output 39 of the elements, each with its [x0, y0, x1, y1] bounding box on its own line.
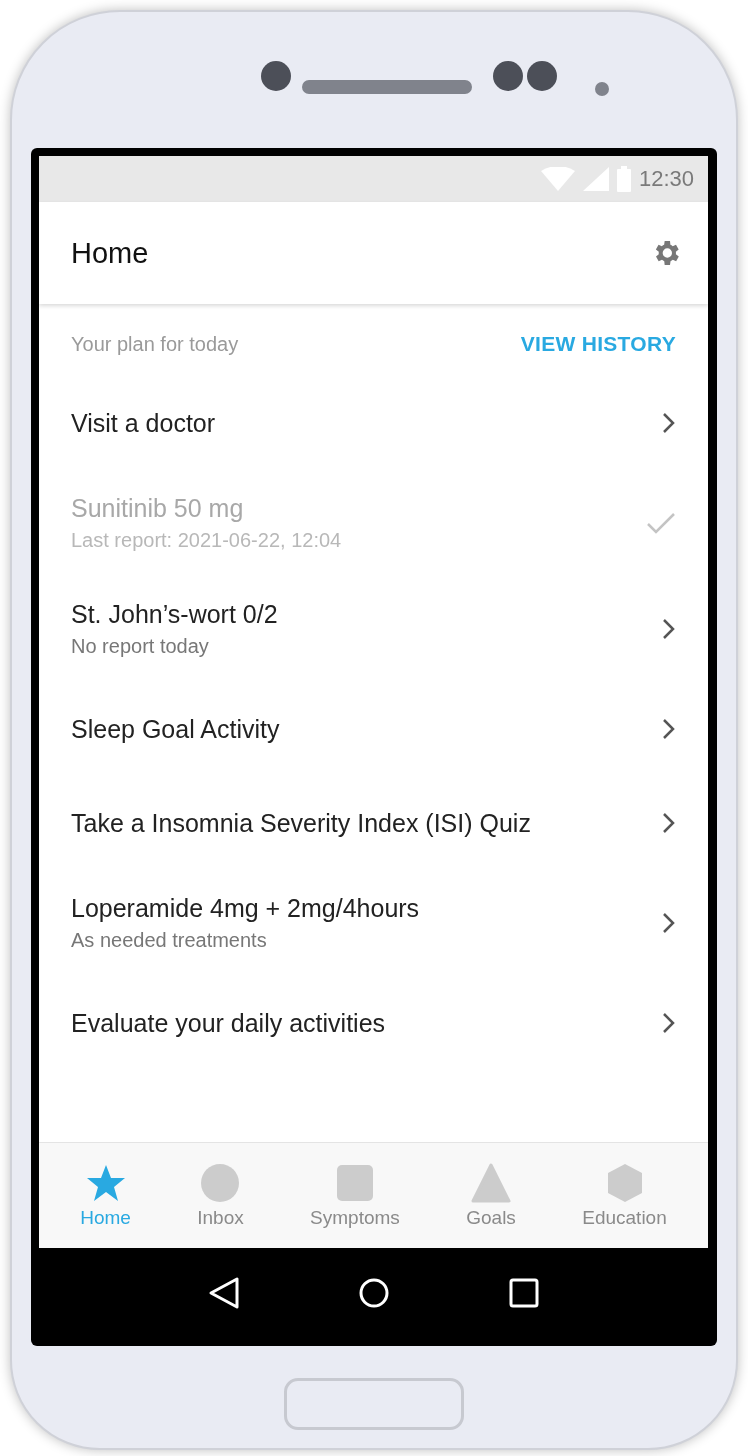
chevron-right-icon — [662, 1012, 676, 1034]
nav-tab[interactable]: Inbox — [191, 1156, 250, 1235]
chevron-right-icon — [662, 812, 676, 834]
plan-item-title: Evaluate your daily activities — [71, 1008, 386, 1038]
home-circle-icon[interactable] — [358, 1277, 391, 1309]
plan-item-title: Sleep Goal Activity — [71, 714, 280, 744]
plan-item-subtitle: No report today — [71, 635, 210, 658]
section-heading: Your plan for today — [71, 332, 239, 356]
circle-icon — [200, 1162, 241, 1203]
plan-item-subtitle: As needed treatments — [71, 929, 268, 952]
chevron-right-icon — [662, 618, 676, 640]
plan-item-title: Sunitinib 50 mg — [71, 494, 245, 523]
plan-item[interactable]: Sleep Goal Activity — [71, 682, 676, 776]
plan-item[interactable]: St. John’s-wort 0/2 No report today — [71, 576, 676, 682]
plan-item-subtitle: Last report: 2021-06-22, 12:04 — [71, 529, 342, 552]
plan-item-title: Visit a doctor — [71, 408, 216, 438]
chevron-right-icon — [662, 718, 676, 740]
triangle-icon — [471, 1162, 512, 1203]
recents-square-icon[interactable] — [508, 1278, 539, 1308]
nav-tab[interactable]: Goals — [460, 1156, 522, 1235]
plan-item[interactable]: Evaluate your daily activities — [71, 976, 676, 1070]
plan-item[interactable]: Sunitinib 50 mg Last report: 2021-06-22, 12:04 — [71, 470, 676, 576]
plan-item-title: St. John’s-wort 0/2 — [71, 600, 278, 629]
checkmark-icon — [646, 512, 676, 534]
plan-item-title: Take a Insomnia Severity Index (ISI) Quiz — [71, 808, 531, 838]
nav-tab[interactable]: Home — [74, 1156, 137, 1235]
view-history-link[interactable]: VIEW HISTORY — [520, 332, 676, 356]
nav-tab[interactable]: Education — [576, 1156, 673, 1235]
plan-item[interactable]: Loperamide 4mg + 2mg/4hours As needed treatments — [71, 870, 676, 976]
back-icon[interactable] — [208, 1276, 241, 1310]
chevron-right-icon — [662, 912, 676, 934]
nav-tab[interactable]: Symptoms — [304, 1156, 406, 1235]
plan-item[interactable]: Visit a doctor — [71, 376, 676, 470]
plan-item-title: Loperamide 4mg + 2mg/4hours — [71, 894, 420, 923]
plan-item[interactable]: Take a Insomnia Severity Index (ISI) Quiz — [71, 776, 676, 870]
page-title: Home — [71, 236, 149, 270]
square-icon — [335, 1162, 375, 1203]
chevron-right-icon — [662, 412, 676, 434]
status-time: 12:30 — [638, 166, 694, 192]
